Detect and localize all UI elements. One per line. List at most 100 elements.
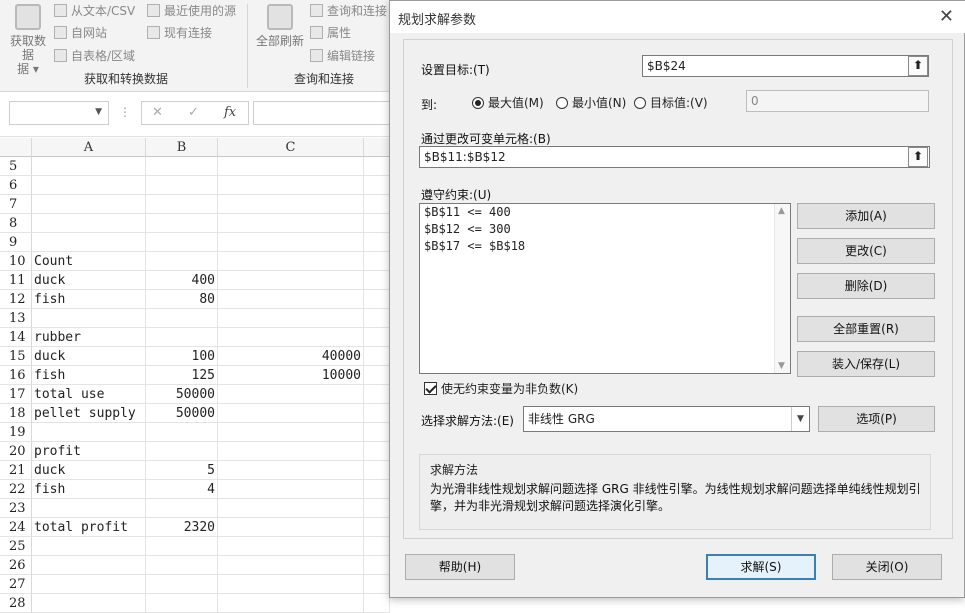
cell-c[interactable]: [218, 252, 364, 271]
cell-b[interactable]: 50000: [146, 385, 218, 404]
row-header[interactable]: 20: [0, 442, 32, 461]
cell-a[interactable]: fish: [32, 290, 146, 309]
radio-min[interactable]: 最小值(N): [556, 95, 626, 111]
help-button[interactable]: 帮助(H): [405, 554, 515, 580]
cell-b[interactable]: [146, 499, 218, 518]
row-header[interactable]: 22: [0, 480, 32, 499]
cell-d[interactable]: [364, 556, 390, 575]
target-value-input[interactable]: 0: [746, 90, 929, 112]
row-header[interactable]: 7: [0, 195, 32, 214]
column-header-c[interactable]: C: [218, 138, 364, 157]
cell-b[interactable]: [146, 537, 218, 556]
cell-c[interactable]: [218, 404, 364, 423]
recent-sources-button[interactable]: 最近使用的源: [147, 2, 236, 20]
solve-button[interactable]: 求解(S): [706, 554, 816, 580]
cell-c[interactable]: [218, 480, 364, 499]
cell-c[interactable]: [218, 290, 364, 309]
close-button[interactable]: 关闭(O): [832, 554, 942, 580]
cell-a[interactable]: duck: [32, 347, 146, 366]
cell-d[interactable]: [364, 252, 390, 271]
cell-a[interactable]: pellet supply: [32, 404, 146, 423]
cell-a[interactable]: rubber: [32, 328, 146, 347]
constraint-item[interactable]: $B$12 <= 300: [420, 221, 790, 238]
row-header[interactable]: 15: [0, 347, 32, 366]
changing-cells-input[interactable]: $B$11:$B$12: [419, 146, 930, 168]
row-header[interactable]: 6: [0, 176, 32, 195]
cell-a[interactable]: [32, 195, 146, 214]
scroll-up-icon[interactable]: ▲: [778, 206, 785, 216]
cell-d[interactable]: [364, 423, 390, 442]
cell-b[interactable]: [146, 157, 218, 176]
cell-c[interactable]: [218, 271, 364, 290]
row-header[interactable]: 16: [0, 366, 32, 385]
chevron-down-icon[interactable]: ▼: [791, 407, 809, 431]
queries-connections-button[interactable]: 查询和连接: [310, 2, 387, 20]
row-header[interactable]: 26: [0, 556, 32, 575]
add-button[interactable]: 添加(A): [797, 203, 935, 229]
sheet-grid[interactable]: A B C 5 6 7 8 9 10 Count 11 duck 400 12 fish 80 13 14 r…: [0, 138, 390, 613]
cell-b[interactable]: [146, 328, 218, 347]
cell-d[interactable]: [364, 233, 390, 252]
cell-a[interactable]: duck: [32, 461, 146, 480]
cell-b[interactable]: 100: [146, 347, 218, 366]
constraint-item[interactable]: $B$17 <= $B$18: [420, 238, 790, 255]
cell-a[interactable]: [32, 537, 146, 556]
cell-a[interactable]: [32, 233, 146, 252]
objective-input[interactable]: $B$24: [642, 55, 929, 77]
row-header[interactable]: 5: [0, 157, 32, 176]
chevron-down-icon[interactable]: ▼: [95, 107, 102, 117]
cell-a[interactable]: duck: [32, 271, 146, 290]
cell-c[interactable]: 10000: [218, 366, 364, 385]
cell-d[interactable]: [364, 176, 390, 195]
get-data-button[interactable]: 获取数据 据 ▾: [6, 2, 50, 76]
cell-b[interactable]: 400: [146, 271, 218, 290]
column-header-b[interactable]: B: [146, 138, 218, 157]
cell-d[interactable]: [364, 214, 390, 233]
name-box[interactable]: ▼: [9, 101, 109, 125]
column-header-d[interactable]: [364, 138, 390, 157]
cell-a[interactable]: [32, 499, 146, 518]
cell-c[interactable]: [218, 518, 364, 537]
cell-c[interactable]: [218, 385, 364, 404]
nonnegative-checkbox[interactable]: 使无约束变量为非负数(K): [424, 380, 578, 397]
cell-c[interactable]: [218, 214, 364, 233]
select-all-corner[interactable]: [0, 138, 32, 157]
row-header[interactable]: 13: [0, 309, 32, 328]
row-header[interactable]: 11: [0, 271, 32, 290]
change-button[interactable]: 更改(C): [797, 238, 935, 264]
row-header[interactable]: 23: [0, 499, 32, 518]
method-select[interactable]: 非线性 GRG ▼: [523, 406, 810, 432]
cell-a[interactable]: [32, 214, 146, 233]
cell-b[interactable]: [146, 442, 218, 461]
delete-button[interactable]: 删除(D): [797, 273, 935, 299]
formula-input[interactable]: [253, 101, 393, 125]
reset-all-button[interactable]: 全部重置(R): [797, 316, 935, 342]
cell-b[interactable]: [146, 176, 218, 195]
cell-d[interactable]: [364, 594, 390, 613]
cell-a[interactable]: [32, 423, 146, 442]
cell-b[interactable]: [146, 575, 218, 594]
cell-c[interactable]: [218, 594, 364, 613]
cell-c[interactable]: [218, 461, 364, 480]
cell-b[interactable]: [146, 214, 218, 233]
cell-d[interactable]: [364, 290, 390, 309]
row-header[interactable]: 17: [0, 385, 32, 404]
scroll-down-icon[interactable]: ▼: [778, 361, 785, 371]
cell-a[interactable]: [32, 309, 146, 328]
load-save-button[interactable]: 装入/保存(L): [797, 351, 935, 377]
cell-c[interactable]: [218, 499, 364, 518]
from-table-button[interactable]: 自表格/区域: [54, 47, 135, 65]
cell-d[interactable]: [364, 499, 390, 518]
cell-a[interactable]: fish: [32, 480, 146, 499]
radio-max[interactable]: 最大值(M): [472, 95, 544, 111]
cell-b[interactable]: 50000: [146, 404, 218, 423]
constraints-list[interactable]: $B$11 <= 400 $B$12 <= 300 $B$17 <= $B$18…: [419, 203, 791, 374]
edit-links-button[interactable]: 编辑链接: [310, 47, 375, 65]
row-header[interactable]: 28: [0, 594, 32, 613]
cell-b[interactable]: 2320: [146, 518, 218, 537]
cell-a[interactable]: fish: [32, 366, 146, 385]
constraints-scrollbar[interactable]: ▲ ▼: [774, 204, 790, 373]
cell-a[interactable]: total use: [32, 385, 146, 404]
cell-d[interactable]: [364, 347, 390, 366]
row-header[interactable]: 9: [0, 233, 32, 252]
